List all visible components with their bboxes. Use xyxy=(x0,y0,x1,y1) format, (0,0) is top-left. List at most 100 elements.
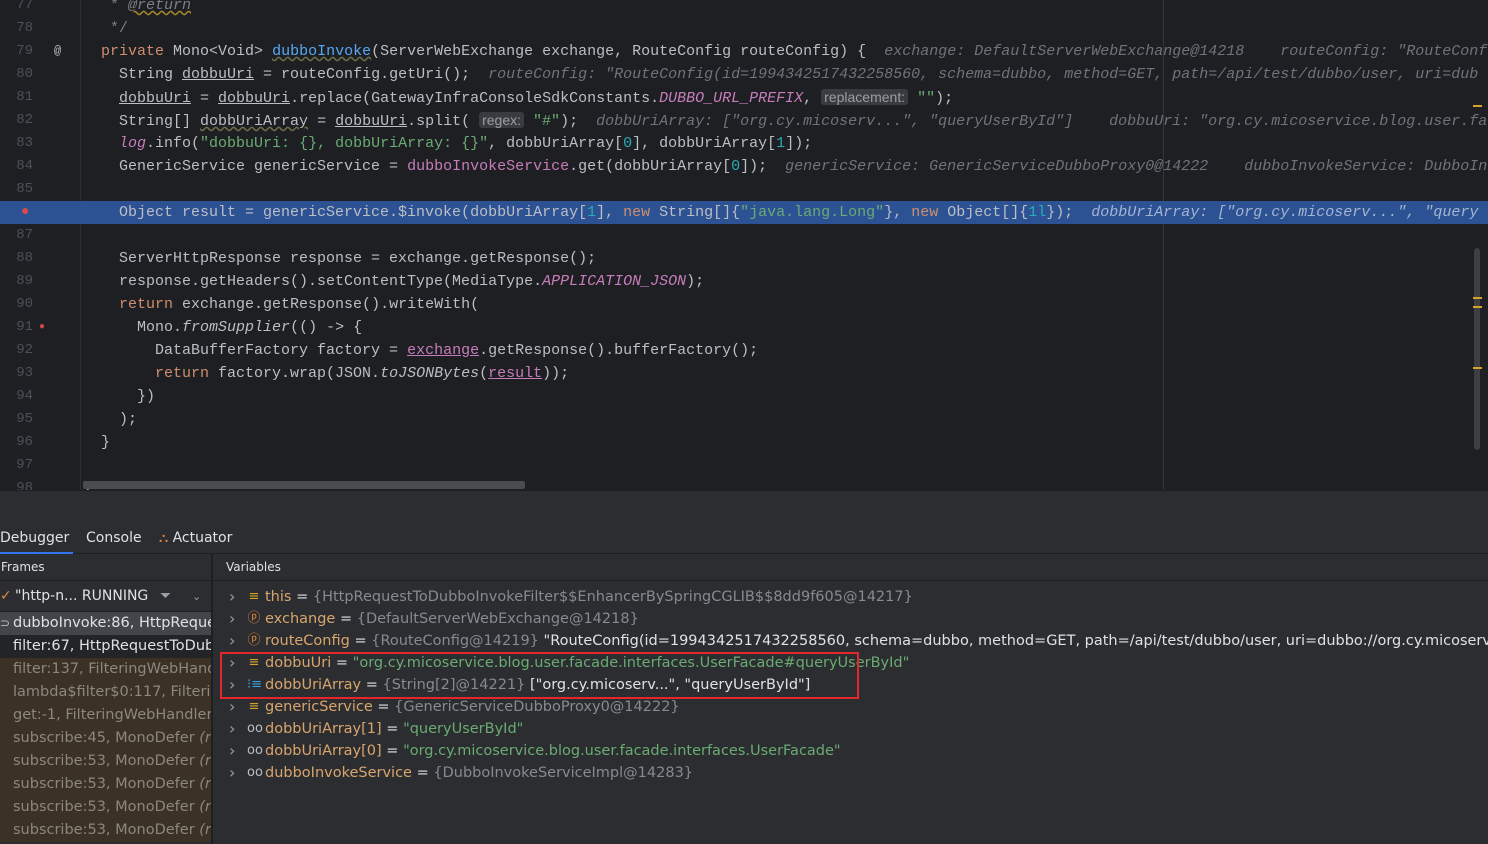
line-number[interactable]: 79 xyxy=(0,40,33,63)
line-number[interactable]: 95 xyxy=(0,408,33,431)
horizontal-scrollbar[interactable] xyxy=(83,481,525,489)
line-number[interactable]: 94 xyxy=(0,385,33,408)
frame-item[interactable]: filter:67, HttpRequestToDubbo xyxy=(0,635,211,658)
code-line[interactable]: 82 String[] dobbUriArray = dobbuUri.spli… xyxy=(0,109,1488,132)
line-number[interactable]: 82 xyxy=(0,109,33,132)
variable-row[interactable]: › oo dubboInvokeService = {DubboInvokeServ… xyxy=(213,762,1488,784)
lambda-breakpoint-icon[interactable]: ● xyxy=(39,316,45,339)
line-number[interactable]: 89 xyxy=(0,270,33,293)
line-number[interactable]: 80 xyxy=(0,63,33,86)
line-number[interactable]: 83 xyxy=(0,132,33,155)
code-line[interactable]: 91 ● Mono.fromSupplier(() -> { xyxy=(0,316,1488,339)
line-number[interactable]: 85 xyxy=(0,178,33,201)
variable-entry: routeConfig = {RouteConfig@14219} "Route… xyxy=(265,630,1488,652)
code-line[interactable]: 80 String dobbuUri = routeConfig.getUri(… xyxy=(0,63,1488,86)
code-line[interactable]: 97 xyxy=(0,454,1488,477)
code-line[interactable]: 84 GenericService genericService = dubbo… xyxy=(0,155,1488,178)
code-line[interactable]: 93 return factory.wrap(JSON.toJSONBytes(… xyxy=(0,362,1488,385)
variable-row[interactable]: › oo dobbUriArray[1] = "queryUserById" xyxy=(213,718,1488,740)
variable-row[interactable]: › ⓟ routeConfig = {RouteConfig@14219} "Rou… xyxy=(213,630,1488,652)
variable-row[interactable]: › ≡ this = {HttpRequestToDubboInvokeFilter… xyxy=(213,586,1488,608)
equals-sign: = xyxy=(381,743,404,759)
expand-chevron-icon[interactable]: › xyxy=(229,630,235,652)
line-number[interactable]: 96 xyxy=(0,431,33,454)
code-token: DataBufferFactory factory = xyxy=(83,342,408,359)
frame-item[interactable]: subscribe:53, MonoDefer (rea xyxy=(0,819,211,842)
inlay-value-hint: dobbUriArray: ["org.cy.micoserv...", "qu… xyxy=(1091,204,1479,221)
code-line[interactable]: 78 */ xyxy=(0,17,1488,40)
tab-actuator[interactable]: ⛬ Actuator xyxy=(159,522,232,554)
code-line[interactable]: 95 ); xyxy=(0,408,1488,431)
code-line[interactable]: 81 dobbuUri = dobbuUri.replace(GatewayIn… xyxy=(0,86,1488,109)
expand-chevron-icon[interactable]: › xyxy=(229,762,235,784)
frame-item[interactable]: lambda$filter$0:117, FilteringW xyxy=(0,681,211,704)
expand-chevron-icon[interactable]: › xyxy=(229,718,235,740)
line-number[interactable]: 88 xyxy=(0,247,33,270)
code-line[interactable]: 88 ServerHttpResponse response = exchang… xyxy=(0,247,1488,270)
code-line[interactable]: 94 }) xyxy=(0,385,1488,408)
frame-item[interactable]: subscribe:45, MonoDefer (rea xyxy=(0,727,211,750)
breakpoint-icon[interactable]: ● xyxy=(21,201,29,224)
frame-item[interactable]: filter:137, FilteringWebHandle xyxy=(0,658,211,681)
warning-marker[interactable] xyxy=(1473,306,1482,308)
expand-chevron-icon[interactable]: › xyxy=(229,586,235,608)
frame-label: dubboInvoke:86, HttpRequest xyxy=(13,615,211,631)
line-number[interactable]: 93 xyxy=(0,362,33,385)
code-line[interactable]: ● Object result = genericService.$invoke… xyxy=(0,201,1488,224)
line-number[interactable]: 91 xyxy=(0,316,33,339)
vertical-scrollbar[interactable] xyxy=(1474,248,1480,450)
thread-selector[interactable]: ✓ "http-n... RUNNING ⏷ ⌄ xyxy=(0,581,211,612)
code-line[interactable]: 90 return exchange.getResponse().writeWi… xyxy=(0,293,1488,316)
variable-preview: "RouteConfig(id=1994342517432258560, sch… xyxy=(543,633,1488,649)
code-line[interactable]: 83 log.info("dobbuUri: {}, dobbUriArray:… xyxy=(0,132,1488,155)
chevron-down-icon[interactable]: ⌄ xyxy=(192,581,201,612)
line-number[interactable]: 77 xyxy=(0,0,33,17)
code-line[interactable]: 87 xyxy=(0,224,1488,247)
code-line[interactable]: 96 } xyxy=(0,431,1488,454)
code-line[interactable]: 89 response.getHeaders().setContentType(… xyxy=(0,270,1488,293)
code-token: .getResponse().bufferFactory(); xyxy=(479,342,759,359)
tab-debugger[interactable]: Debugger xyxy=(0,522,73,554)
frame-item[interactable]: subscribe:53, MonoDefer (rea xyxy=(0,750,211,773)
code-token: .get(dobbUriArray[ xyxy=(569,158,732,175)
frame-item[interactable]: get:-1, FilteringWebHandler$D xyxy=(0,704,211,727)
filter-icon[interactable]: ⏷ xyxy=(160,581,171,612)
code-line[interactable]: 85 xyxy=(0,178,1488,201)
code-line[interactable]: 77 * @return xyxy=(0,0,1488,17)
tab-console[interactable]: Console xyxy=(86,522,142,554)
frame-item[interactable]: subscribe:53, MonoDefer (rea xyxy=(0,796,211,819)
implements-icon[interactable]: @ xyxy=(54,40,61,63)
warning-marker[interactable] xyxy=(1473,367,1482,369)
variable-row[interactable]: › oo dobbUriArray[0] = "org.cy.micoservice… xyxy=(213,740,1488,762)
line-number[interactable]: 90 xyxy=(0,293,33,316)
expand-chevron-icon[interactable]: › xyxy=(229,608,235,630)
frame-label: subscribe:53, MonoDefer xyxy=(13,776,200,792)
panel-separator xyxy=(0,490,1488,522)
line-number[interactable]: 92 xyxy=(0,339,33,362)
line-number[interactable]: 78 xyxy=(0,17,33,40)
watch-icon: oo xyxy=(247,743,263,758)
code-text: response.getHeaders().setContentType(Med… xyxy=(83,270,704,293)
expand-chevron-icon[interactable]: › xyxy=(229,740,235,762)
warning-marker[interactable] xyxy=(1473,105,1482,107)
variable-ref: {HttpRequestToDubboInvokeFilter$$Enhance… xyxy=(312,589,913,605)
code-token: ); xyxy=(83,411,138,428)
frame-item[interactable]: subscribe:53, MonoDefer (rea xyxy=(0,773,211,796)
variable-row[interactable]: › ≡ genericService = {GenericServiceDubboP… xyxy=(213,696,1488,718)
line-number[interactable]: 81 xyxy=(0,86,33,109)
code-token: 0 xyxy=(731,158,741,175)
warning-marker[interactable] xyxy=(1473,297,1482,299)
expand-chevron-icon[interactable]: › xyxy=(229,696,235,718)
line-number[interactable]: 97 xyxy=(0,454,33,477)
code-line[interactable]: 92 DataBufferFactory factory = exchange.… xyxy=(0,339,1488,362)
frame-item[interactable]: ⊃ dubboInvoke:86, HttpRequest xyxy=(0,612,211,635)
code-token: ], xyxy=(596,204,624,221)
line-number[interactable]: 98 xyxy=(0,477,33,490)
line-number[interactable]: 87 xyxy=(0,224,33,247)
line-number[interactable]: 84 xyxy=(0,155,33,178)
code-text: * @return xyxy=(83,0,191,17)
variable-row[interactable]: › ⓟ exchange = {DefaultServerWebExchange@1… xyxy=(213,608,1488,630)
equals-sign: = xyxy=(335,611,357,627)
code-editor[interactable]: 77 * @return 78 */79 @ private Mono<Void> … xyxy=(0,0,1488,490)
code-line[interactable]: 79 @ private Mono<Void> dubboInvoke(Serve… xyxy=(0,40,1488,63)
